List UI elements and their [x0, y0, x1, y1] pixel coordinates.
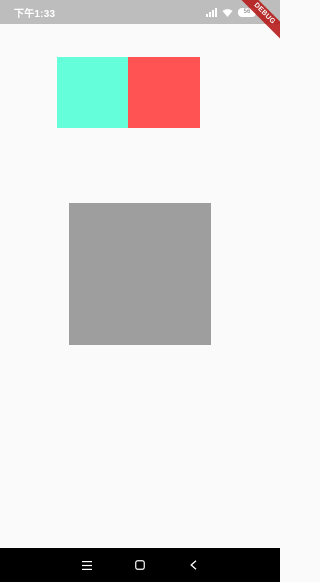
- back-icon: [190, 560, 197, 570]
- gray-square: [69, 203, 211, 345]
- status-icons: 56: [206, 7, 256, 17]
- status-time: 下午1:33: [14, 8, 56, 20]
- home-icon: [135, 560, 145, 570]
- back-button[interactable]: [181, 553, 205, 577]
- menu-icon: [81, 560, 92, 570]
- cyan-square: [57, 57, 128, 128]
- navigation-bar: [0, 548, 280, 582]
- menu-button[interactable]: [75, 553, 99, 577]
- phone-screen: 下午1:33 56 DEBUG: [0, 0, 280, 582]
- status-bar: 下午1:33 56: [0, 0, 280, 24]
- home-button[interactable]: [128, 553, 152, 577]
- signal-icon: [206, 7, 217, 17]
- red-square: [128, 57, 200, 128]
- wifi-icon: [222, 8, 233, 17]
